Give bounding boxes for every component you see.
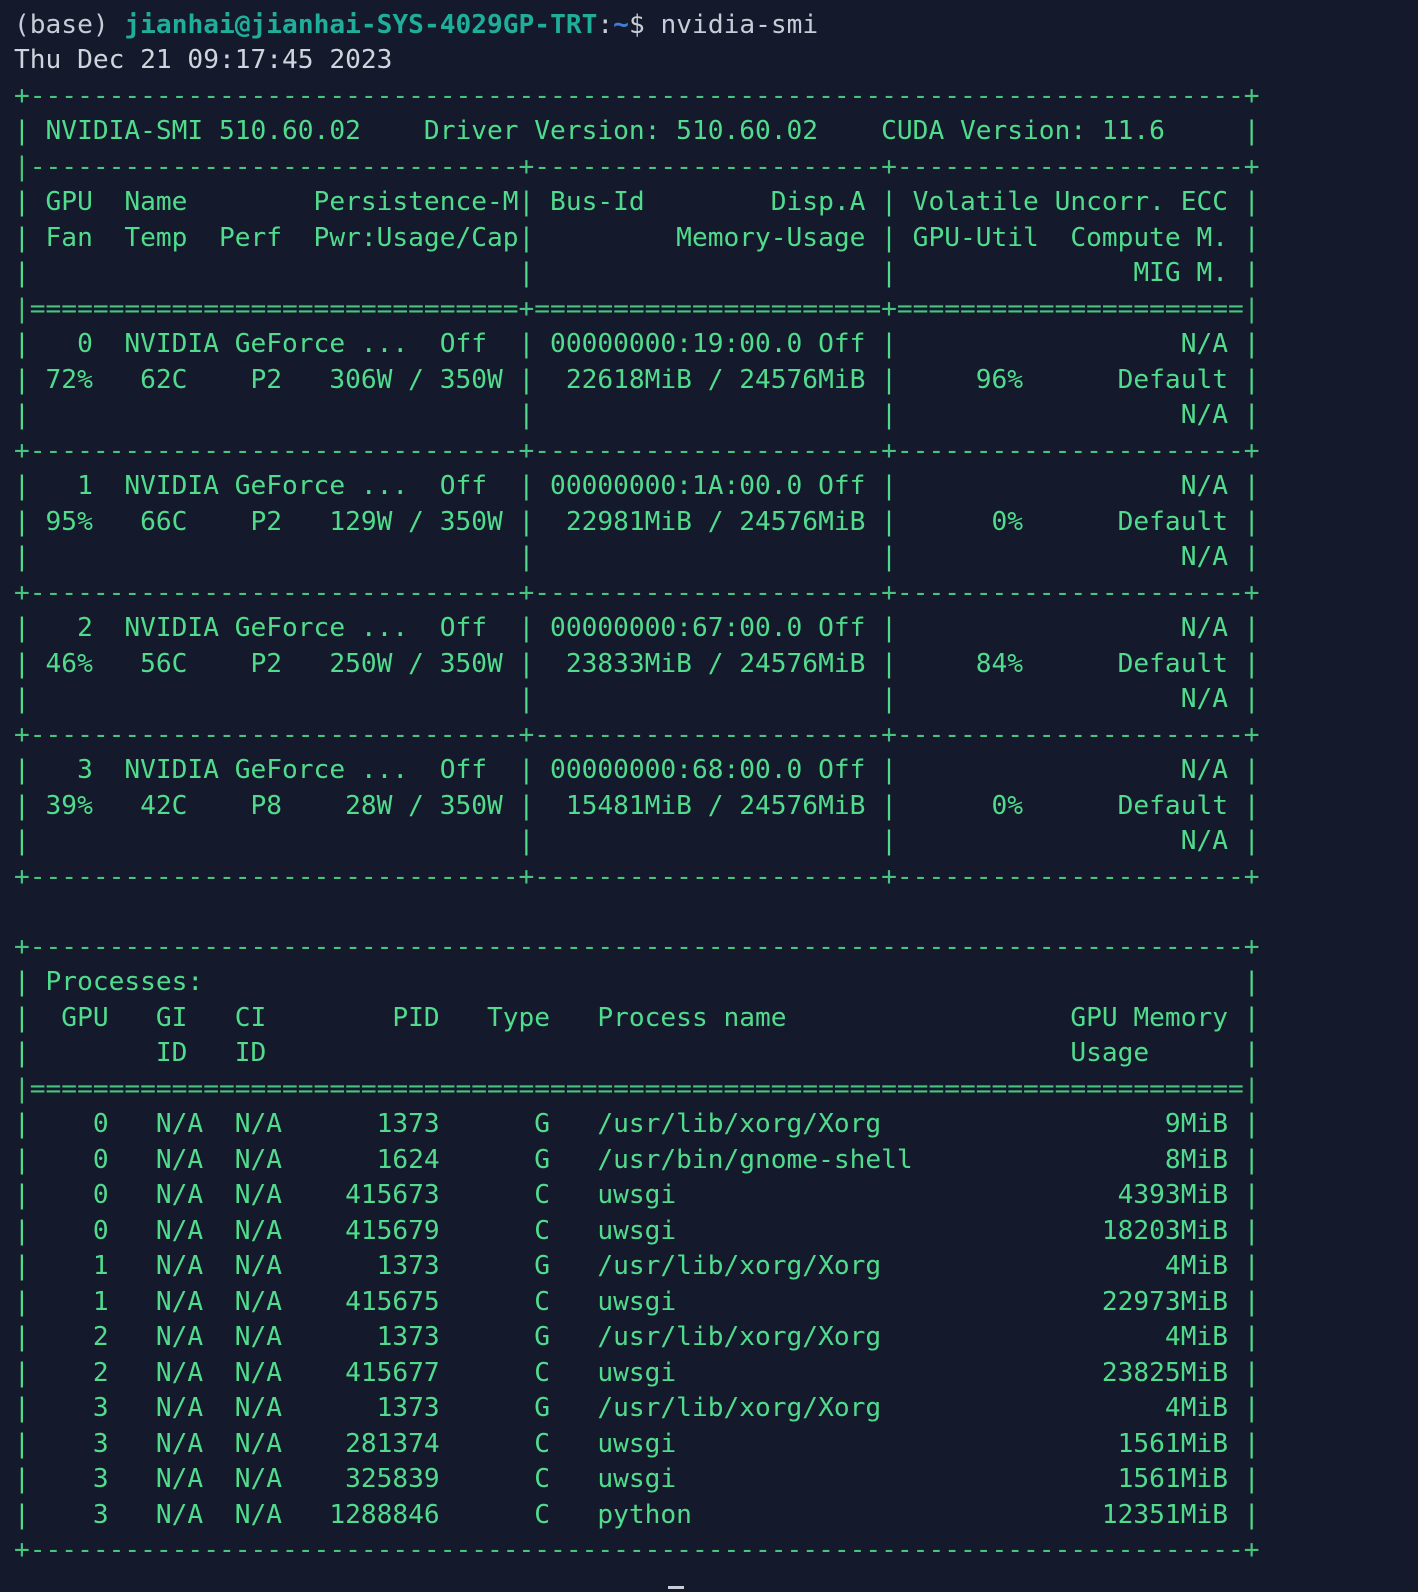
process-row: | 3 N/A N/A 325839 C uwsgi 1561MiB | xyxy=(14,1464,1260,1494)
process-row: | 0 N/A N/A 1624 G /usr/bin/gnome-shell … xyxy=(14,1145,1260,1175)
process-table-border-bottom: +---------------------------------------… xyxy=(14,1535,1260,1565)
gpu-0-row-3: | | | N/A | xyxy=(14,400,1260,430)
gpu-3-row-3: | | | N/A | xyxy=(14,826,1260,856)
process-row: | 2 N/A N/A 1373 G /usr/lib/xorg/Xorg 4M… xyxy=(14,1322,1260,1352)
gpu-row-separator: +-------------------------------+-------… xyxy=(14,436,1260,466)
gpu-header-row-3: | | | MIG M. | xyxy=(14,258,1260,288)
gpu-1-row-2: | 95% 66C P2 129W / 350W | 22981MiB / 24… xyxy=(14,507,1260,537)
process-table-border-top: +---------------------------------------… xyxy=(14,932,1260,962)
process-row: | 0 N/A N/A 415679 C uwsgi 18203MiB | xyxy=(14,1216,1260,1246)
gpu-header-double-rule: |===============================+=======… xyxy=(14,294,1260,324)
process-row: | 3 N/A N/A 1288846 C python 12351MiB | xyxy=(14,1500,1260,1530)
process-row: | 1 N/A N/A 415675 C uwsgi 22973MiB | xyxy=(14,1287,1260,1317)
process-row: | 3 N/A N/A 281374 C uwsgi 1561MiB | xyxy=(14,1429,1260,1459)
gpu-1-row-3: | | | N/A | xyxy=(14,542,1260,572)
gpu-0-row-2: | 72% 62C P2 306W / 350W | 22618MiB / 24… xyxy=(14,365,1260,395)
terminal-window[interactable]: (base) jianhai@jianhai-SYS-4029GP-TRT:~$… xyxy=(0,0,1418,1592)
process-header-double-rule: |=======================================… xyxy=(14,1074,1260,1104)
gpu-3-row-1: | 3 NVIDIA GeForce ... Off | 00000000:68… xyxy=(14,755,1260,785)
gpu-header-row-2: | Fan Temp Perf Pwr:Usage/Cap| Memory-Us… xyxy=(14,223,1260,253)
process-row: | 0 N/A N/A 415673 C uwsgi 4393MiB | xyxy=(14,1180,1260,1210)
typed-command: nvidia-smi xyxy=(660,10,819,40)
gpu-table-border-bottom: +-------------------------------+-------… xyxy=(14,862,1260,892)
process-header-row-2: | ID ID Usage | xyxy=(14,1038,1260,1068)
version-line: | NVIDIA-SMI 510.60.02 Driver Version: 5… xyxy=(14,116,1260,146)
gpu-row-separator: +-------------------------------+-------… xyxy=(14,578,1260,608)
process-row: | 3 N/A N/A 1373 G /usr/lib/xorg/Xorg 4M… xyxy=(14,1393,1260,1423)
user-host: jianhai@jianhai-SYS-4029GP-TRT xyxy=(124,10,598,40)
gpu-3-row-2: | 39% 42C P8 28W / 350W | 15481MiB / 245… xyxy=(14,791,1260,821)
process-row: | 1 N/A N/A 1373 G /usr/lib/xorg/Xorg 4M… xyxy=(14,1251,1260,1281)
gpu-0-row-1: | 0 NVIDIA GeForce ... Off | 00000000:19… xyxy=(14,329,1260,359)
gpu-header-separator: |-------------------------------+-------… xyxy=(14,152,1260,182)
gpu-2-row-1: | 2 NVIDIA GeForce ... Off | 00000000:67… xyxy=(14,613,1260,643)
process-header-row-1: | GPU GI CI PID Type Process name GPU Me… xyxy=(14,1003,1260,1033)
conda-env-label: (base) xyxy=(14,10,109,40)
process-row: | 2 N/A N/A 415677 C uwsgi 23825MiB | xyxy=(14,1358,1260,1388)
gpu-table-border-top: +---------------------------------------… xyxy=(14,81,1260,111)
gpu-2-row-2: | 46% 56C P2 250W / 350W | 23833MiB / 24… xyxy=(14,649,1260,679)
text-cursor xyxy=(668,1586,684,1589)
gpu-2-row-3: | | | N/A | xyxy=(14,684,1260,714)
process-row: | 0 N/A N/A 1373 G /usr/lib/xorg/Xorg 9M… xyxy=(14,1109,1260,1139)
timestamp-line: Thu Dec 21 09:17:45 2023 xyxy=(14,45,393,75)
gpu-row-separator: +-------------------------------+-------… xyxy=(14,720,1260,750)
current-path: ~ xyxy=(613,10,629,40)
process-table-title: | Processes: | xyxy=(14,967,1260,997)
shell-prompt-line: (base) jianhai@jianhai-SYS-4029GP-TRT:~$… xyxy=(14,10,819,40)
gpu-1-row-1: | 1 NVIDIA GeForce ... Off | 00000000:1A… xyxy=(14,471,1260,501)
gpu-header-row-1: | GPU Name Persistence-M| Bus-Id Disp.A … xyxy=(14,187,1260,217)
